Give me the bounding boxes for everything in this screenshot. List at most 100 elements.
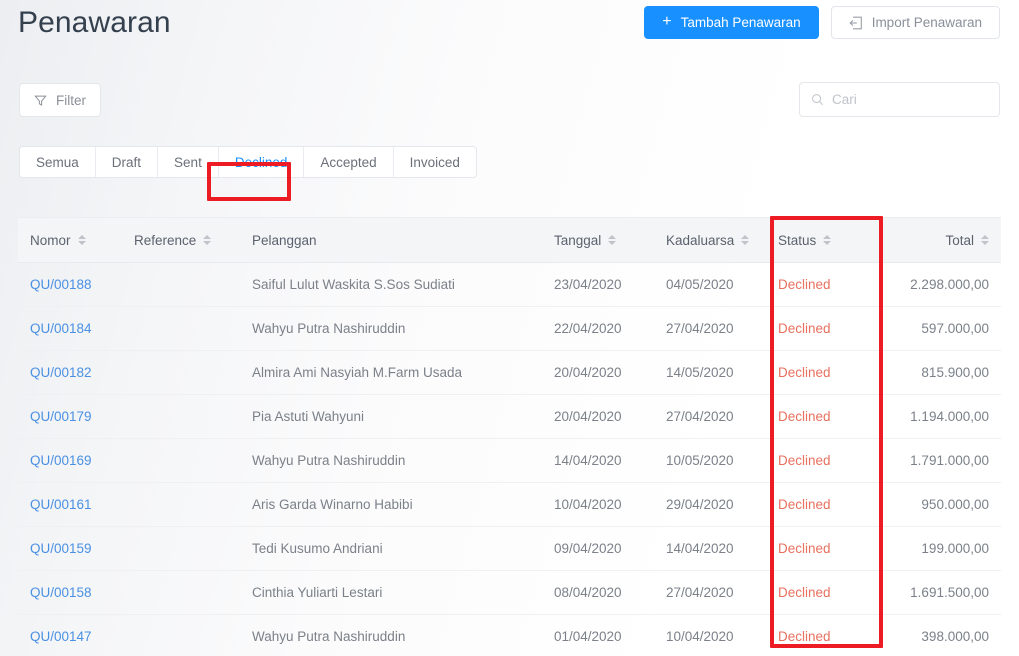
cell-pelanggan: Wahyu Putra Nashiruddin xyxy=(240,306,542,351)
quotation-number-link[interactable]: QU/00147 xyxy=(18,614,122,656)
column-header-reference[interactable]: Reference xyxy=(122,217,240,263)
status-badge: Declined xyxy=(766,262,876,307)
tab-draft[interactable]: Draft xyxy=(95,147,159,177)
quotation-number-link[interactable]: QU/00184 xyxy=(18,306,122,351)
cell-tanggal: 09/04/2020 xyxy=(542,526,654,571)
cell-total: 1.691.500,00 xyxy=(876,570,1001,615)
column-label-nomor: Nomor xyxy=(30,232,71,248)
plus-icon: + xyxy=(662,13,672,30)
tab-invoiced[interactable]: Invoiced xyxy=(393,147,476,177)
search-input[interactable] xyxy=(832,92,988,107)
cell-tanggal: 14/04/2020 xyxy=(542,438,654,483)
cell-pelanggan: Aris Garda Winarno Habibi xyxy=(240,482,542,527)
quotation-number-link[interactable]: QU/00182 xyxy=(18,350,122,395)
cell-pelanggan: Almira Ami Nasyiah M.Farm Usada xyxy=(240,350,542,395)
quotation-number-link[interactable]: QU/00169 xyxy=(18,438,122,483)
filter-label: Filter xyxy=(56,92,86,108)
cell-kadaluarsa: 10/04/2020 xyxy=(654,614,766,656)
status-badge: Declined xyxy=(766,570,876,615)
cell-pelanggan: Saiful Lulut Waskita S.Sos Sudiati xyxy=(240,262,542,307)
penawaran-table: Nomor Reference Pelanggan Tanggal Kadalu… xyxy=(18,217,1001,656)
cell-reference xyxy=(122,306,240,351)
cell-total: 597.000,00 xyxy=(876,306,1001,351)
cell-reference xyxy=(122,614,240,656)
table-row[interactable]: QU/00147 Wahyu Putra Nashiruddin 01/04/202… xyxy=(18,614,1001,656)
cell-tanggal: 20/04/2020 xyxy=(542,394,654,439)
cell-pelanggan: Wahyu Putra Nashiruddin xyxy=(240,438,542,483)
cell-reference xyxy=(122,438,240,483)
cell-reference xyxy=(122,482,240,527)
cell-reference xyxy=(122,570,240,615)
cell-tanggal: 22/04/2020 xyxy=(542,306,654,351)
quotation-number-link[interactable]: QU/00188 xyxy=(18,262,122,307)
tab-sent[interactable]: Sent xyxy=(158,147,219,177)
sort-status-icon[interactable] xyxy=(823,235,832,245)
page-header: Penawaran + Tambah Penawaran Import Pena… xyxy=(0,0,1019,62)
toolbar: Filter xyxy=(0,62,1019,120)
cell-pelanggan: Wahyu Putra Nashiruddin xyxy=(240,614,542,656)
cell-reference xyxy=(122,262,240,307)
import-penawaran-button[interactable]: Import Penawaran xyxy=(830,6,1000,39)
cell-kadaluarsa: 14/05/2020 xyxy=(654,350,766,395)
page-title: Penawaran xyxy=(18,6,171,39)
search-icon xyxy=(811,93,824,106)
cell-total: 2.298.000,00 xyxy=(876,262,1001,307)
table-row[interactable]: QU/00161 Aris Garda Winarno Habibi 10/04/2… xyxy=(18,482,1001,527)
quotation-number-link[interactable]: QU/00161 xyxy=(18,482,122,527)
column-header-total[interactable]: Total xyxy=(876,217,1001,263)
cell-tanggal: 10/04/2020 xyxy=(542,482,654,527)
sort-nomor-icon[interactable] xyxy=(77,235,86,245)
cell-reference xyxy=(122,350,240,395)
add-penawaran-button[interactable]: + Tambah Penawaran xyxy=(644,6,819,39)
add-penawaran-label: Tambah Penawaran xyxy=(680,14,801,30)
cell-total: 199.000,00 xyxy=(876,526,1001,571)
column-header-kadaluarsa[interactable]: Kadaluarsa xyxy=(654,217,766,263)
table-row[interactable]: QU/00179 Pia Astuti Wahyuni 20/04/2020 27/0… xyxy=(18,394,1001,439)
table-row[interactable]: QU/00159 Tedi Kusumo Andriani 09/04/2020 14… xyxy=(18,526,1001,571)
cell-tanggal: 23/04/2020 xyxy=(542,262,654,307)
search-box[interactable] xyxy=(799,82,1000,117)
tab-accepted[interactable]: Accepted xyxy=(304,147,394,177)
status-badge: Declined xyxy=(766,614,876,656)
cell-kadaluarsa: 27/04/2020 xyxy=(654,570,766,615)
quotation-number-link[interactable]: QU/00159 xyxy=(18,526,122,571)
tab-declined[interactable]: Declined xyxy=(218,147,305,177)
column-header-status[interactable]: Status xyxy=(766,217,876,263)
cell-kadaluarsa: 29/04/2020 xyxy=(654,482,766,527)
import-penawaran-label: Import Penawaran xyxy=(871,14,982,30)
quotation-number-link[interactable]: QU/00179 xyxy=(18,394,122,439)
table-row[interactable]: QU/00182 Almira Ami Nasyiah M.Farm Usada 2… xyxy=(18,350,1001,395)
sort-reference-icon[interactable] xyxy=(203,235,212,245)
column-header-nomor[interactable]: Nomor xyxy=(18,217,122,263)
column-header-pelanggan: Pelanggan xyxy=(240,217,542,263)
sort-total-icon[interactable] xyxy=(981,235,989,245)
filter-button[interactable]: Filter xyxy=(19,83,101,117)
status-badge: Declined xyxy=(766,350,876,395)
cell-total: 1.791.000,00 xyxy=(876,438,1001,483)
table-row[interactable]: QU/00188 Saiful Lulut Waskita S.Sos Sudia… xyxy=(18,262,1001,307)
cell-reference xyxy=(122,394,240,439)
cell-tanggal: 08/04/2020 xyxy=(542,570,654,615)
sort-tanggal-icon[interactable] xyxy=(608,235,617,245)
tabs-row: Semua Draft Sent Declined Accepted Invoi… xyxy=(0,142,1019,192)
cell-total: 815.900,00 xyxy=(876,350,1001,395)
column-label-kadaluarsa: Kadaluarsa xyxy=(666,232,735,248)
cell-kadaluarsa: 04/05/2020 xyxy=(654,262,766,307)
sort-kadaluarsa-icon[interactable] xyxy=(741,235,750,245)
status-badge: Declined xyxy=(766,526,876,571)
column-label-tanggal: Tanggal xyxy=(554,232,602,248)
table-row[interactable]: QU/00184 Wahyu Putra Nashiruddin 22/04/202… xyxy=(18,306,1001,351)
table-header-row: Nomor Reference Pelanggan Tanggal Kadalu… xyxy=(18,217,1001,263)
column-label-total: Total xyxy=(945,232,974,248)
column-header-tanggal[interactable]: Tanggal xyxy=(542,217,654,263)
quotation-number-link[interactable]: QU/00158 xyxy=(18,570,122,615)
column-label-status: Status xyxy=(778,232,817,248)
cell-total: 950.000,00 xyxy=(876,482,1001,527)
tab-semua[interactable]: Semua xyxy=(20,147,96,177)
table-row[interactable]: QU/00169 Wahyu Putra Nashiruddin 14/04/202… xyxy=(18,438,1001,483)
cell-kadaluarsa: 27/04/2020 xyxy=(654,394,766,439)
cell-kadaluarsa: 14/04/2020 xyxy=(654,526,766,571)
table-row[interactable]: QU/00158 Cinthia Yuliarti Lestari 08/04/20… xyxy=(18,570,1001,615)
table-head: Nomor Reference Pelanggan Tanggal Kadalu… xyxy=(18,217,1001,263)
penawaran-table-container: Nomor Reference Pelanggan Tanggal Kadalu… xyxy=(18,217,1001,656)
